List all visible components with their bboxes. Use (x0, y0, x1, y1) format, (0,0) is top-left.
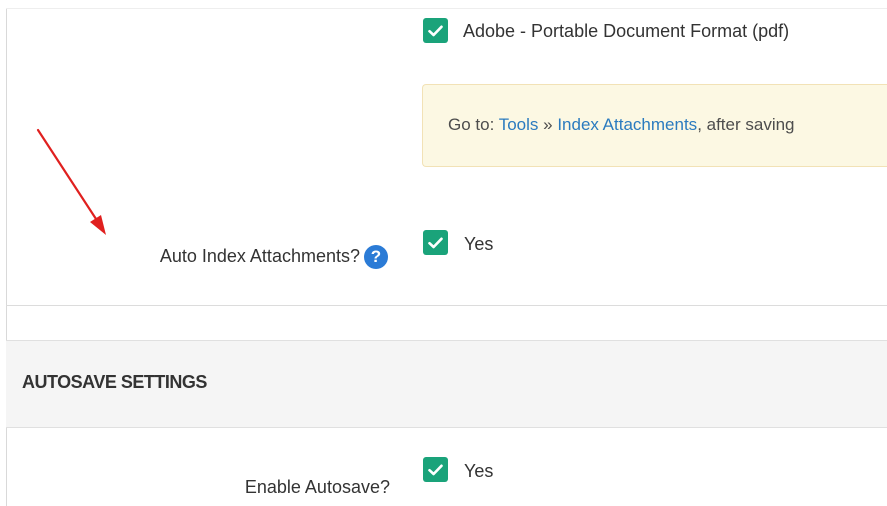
auto-index-attachments-label: Auto Index Attachments? (159, 246, 360, 266)
enable-autosave-label: Enable Autosave? (244, 477, 390, 497)
enable-autosave-checkbox[interactable] (423, 457, 448, 482)
row-divider (6, 305, 887, 306)
settings-page: Adobe - Portable Document Format (pdf) G… (0, 0, 887, 506)
checkmark-icon (428, 237, 443, 248)
checkmark-icon (428, 464, 443, 475)
auto-index-yes-label: Yes (464, 234, 494, 254)
auto-index-checkbox[interactable] (423, 230, 448, 255)
autosave-section-header: AUTOSAVE SETTINGS (6, 340, 887, 428)
question-circle-icon[interactable]: ? (364, 245, 388, 269)
section-title: AUTOSAVE SETTINGS (22, 372, 207, 392)
enable-autosave-yes-label: Yes (464, 461, 494, 481)
